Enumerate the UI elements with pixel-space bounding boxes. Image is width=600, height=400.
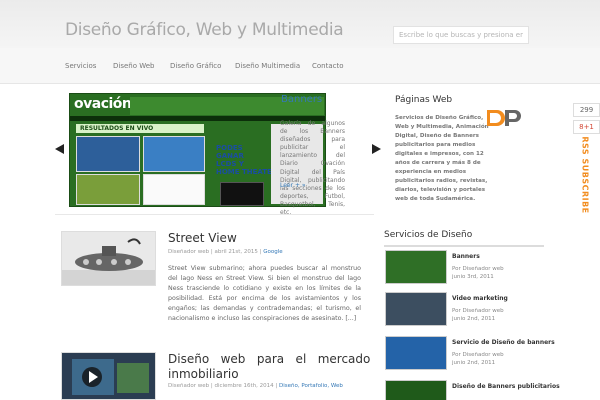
- slider-next-arrow-icon[interactable]: [372, 144, 381, 154]
- featured-read-more-link[interactable]: Leer + »: [280, 182, 306, 189]
- featured-tile-2: [143, 136, 205, 172]
- divider: [55, 214, 374, 215]
- rss-subscribe-label: RSS SUBSCRIBE: [580, 136, 590, 214]
- post-meta: Diseñador web | abril 21st, 2015 | Googl…: [168, 249, 283, 255]
- site-header: Diseño Gráfico, Web y Multimedia: [0, 0, 600, 48]
- featured-tile-1: [76, 136, 140, 172]
- post-title-line1: Diseño web para el mercado: [168, 352, 371, 366]
- post-excerpt: Street View submarino; ahora puedes busc…: [61, 264, 361, 324]
- sidebar-item-date: junio 2nd, 2011: [452, 316, 496, 322]
- post-excerpt-text: Street View submarino; ahora puedes busc…: [168, 265, 361, 322]
- post: Street View Diseñador web | abril 21st, …: [61, 231, 361, 331]
- main-nav: Servicios Diseño Web Diseño Gráfico Dise…: [0, 48, 600, 84]
- sidebar-item-title[interactable]: Video marketing: [452, 295, 508, 302]
- sidebar-item-meta: Por Diseñador web junio 2nd, 2011: [452, 351, 504, 367]
- sidebar-item[interactable]: Servicio de Diseño de banners Por Diseña…: [385, 336, 555, 376]
- sidebar-item-date: junio 3rd, 2011: [452, 274, 494, 280]
- nav-item-servicios[interactable]: Servicios: [65, 62, 96, 70]
- sidebar-item-author: Por Diseñador web: [452, 308, 504, 314]
- sidebar-item[interactable]: Banners Por Diseñador web junio 3rd, 201…: [385, 250, 545, 290]
- about-box: Páginas Web Servicios de Diseño Gráfico,…: [384, 87, 544, 207]
- post-title-line2: inmobiliario: [168, 367, 239, 381]
- sidebar-item-title[interactable]: Servicio de Diseño de banners: [452, 339, 555, 346]
- featured-text: Galería de algunos de los Banners diseña…: [280, 120, 345, 217]
- post-category[interactable]: Diseño, Portafolio, Web: [279, 383, 343, 389]
- sidebar-item-author: Por Diseñador web: [452, 266, 504, 272]
- featured-live-bar: RESULTADOS EN VIVO: [76, 124, 204, 133]
- sidebar-title: Servicios de Diseño: [384, 230, 473, 240]
- nav-item-diseno-multimedia[interactable]: Diseño Multimedia: [235, 62, 300, 70]
- video-thumbnail-image: [62, 353, 155, 399]
- sidebar-item[interactable]: Video marketing Por Diseñador web junio …: [385, 292, 545, 332]
- nav-item-contacto[interactable]: Contacto: [312, 62, 344, 70]
- slider-prev-arrow-icon[interactable]: [55, 144, 64, 154]
- sidebar-item-thumbnail[interactable]: [385, 250, 447, 284]
- sidebar-item-meta: Por Diseñador web junio 2nd, 2011: [452, 307, 504, 323]
- about-text: Servicios de Diseño Gráfico, Web y Multi…: [395, 115, 489, 202]
- post-title[interactable]: Street View: [168, 231, 237, 245]
- post-author[interactable]: Diseñador web: [168, 383, 209, 389]
- sidebar-divider: [384, 245, 544, 247]
- featured-title[interactable]: Banners: [281, 94, 322, 105]
- share-box: 299 8+1: [573, 103, 600, 134]
- site-title[interactable]: Diseño Gráfico, Web y Multimedia: [65, 20, 344, 40]
- sidebar-item-thumbnail[interactable]: [385, 292, 447, 326]
- nav-item-diseno-web[interactable]: Diseño Web: [113, 62, 155, 70]
- search-input[interactable]: [393, 26, 529, 44]
- sidebar-item-thumbnail[interactable]: [385, 336, 447, 370]
- about-title: Páginas Web: [395, 95, 453, 105]
- featured-tile-3: [76, 174, 140, 205]
- dp-logo-icon: [487, 110, 521, 126]
- post-thumbnail[interactable]: [61, 352, 156, 400]
- sidebar-item-thumbnail[interactable]: [385, 380, 447, 400]
- post-author[interactable]: Diseñador web: [168, 249, 209, 255]
- sidebar-item-title[interactable]: Banners: [452, 253, 480, 260]
- post-date: abril 21st, 2015: [214, 249, 258, 255]
- gplus-button[interactable]: 8+1: [573, 120, 600, 134]
- sidebar-item-meta: Por Diseñador web junio 3rd, 2011: [452, 265, 504, 281]
- sidebar-item[interactable]: Diseño de Banners publicitarios: [385, 380, 560, 400]
- post-date: diciembre 16th, 2014: [214, 383, 274, 389]
- post: Diseño web para el mercado inmobiliario …: [61, 352, 370, 400]
- post-title[interactable]: Diseño web para el mercado inmobiliario: [168, 352, 370, 382]
- nav-item-diseno-grafico[interactable]: Diseño Gráfico: [170, 62, 221, 70]
- featured-tv-image: [220, 182, 264, 206]
- sidebar-item-author: Por Diseñador web: [452, 352, 504, 358]
- featured-logo: ovación: [74, 96, 132, 112]
- featured-tile-4: [143, 174, 205, 205]
- share-count: 299: [573, 103, 600, 117]
- sidebar-item-title[interactable]: Diseño de Banners publicitarios: [452, 383, 560, 390]
- rss-subscribe-button[interactable]: RSS SUBSCRIBE: [574, 136, 596, 213]
- post-category[interactable]: Google: [263, 249, 282, 255]
- sidebar-item-date: junio 2nd, 2011: [452, 360, 496, 366]
- post-meta: Diseñador web | diciembre 16th, 2014 | D…: [168, 383, 343, 389]
